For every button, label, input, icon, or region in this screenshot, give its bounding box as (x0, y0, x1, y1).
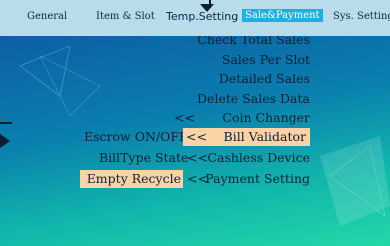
submenu-empty-recycle[interactable]: Empty Recycle (87, 171, 181, 186)
tab-general[interactable]: General (27, 11, 67, 22)
menu-cashless-device[interactable]: Cashless Device (207, 150, 310, 165)
arrow-bill-validator: << (186, 129, 207, 144)
menu-detailed-sales[interactable]: Detailed Sales (219, 71, 310, 86)
right-arrow-icon (0, 134, 10, 148)
arrow-coin-changer: << (174, 110, 195, 125)
connector-line-left (0, 122, 12, 124)
tab-sale-payment[interactable]: Sale&Payment (242, 9, 323, 22)
menu-delete-sales-data[interactable]: Delete Sales Data (197, 91, 310, 106)
arrow-cashless-device: << (187, 150, 208, 165)
menu-bill-validator[interactable]: Bill Validator (224, 129, 306, 144)
menu-coin-changer[interactable]: Coin Changer (222, 110, 310, 125)
tab-bar: General Item & Slot Temp.Setting Sale&Pa… (0, 0, 390, 36)
submenu-billtype-state[interactable]: BillType State (99, 150, 188, 165)
tab-item-slot[interactable]: Item & Slot (96, 11, 155, 22)
menu-payment-setting[interactable]: Payment Setting (205, 171, 310, 186)
main-panel: Check Total Sales Sales Per Slot Detaile… (0, 36, 390, 246)
menu-sales-per-slot[interactable]: Sales Per Slot (222, 52, 310, 67)
menu-check-total-sales[interactable]: Check Total Sales (197, 36, 310, 47)
menu-bill-validator-highlight[interactable]: << Bill Validator (183, 128, 310, 146)
submenu-escrow[interactable]: Escrow ON/OFF (84, 129, 188, 144)
tab-sys-setting[interactable]: Sys. Setting (333, 11, 390, 22)
down-arrow-icon (200, 4, 214, 12)
submenu-empty-recycle-highlight[interactable]: Empty Recycle (80, 170, 183, 188)
